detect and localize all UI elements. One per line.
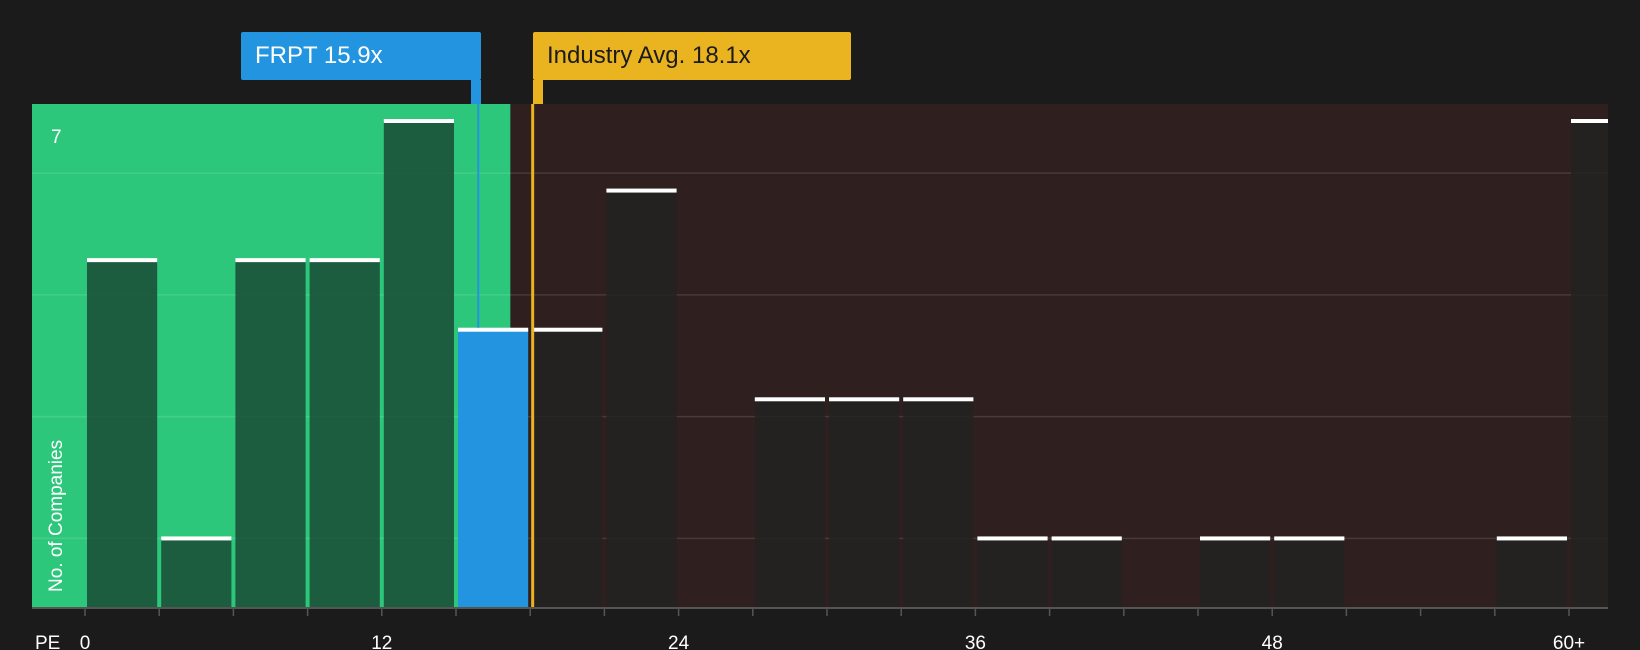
- company-callout-pointer: [471, 80, 481, 104]
- bar: [1496, 538, 1567, 608]
- bar: [1571, 121, 1608, 608]
- bar-cap: [1200, 536, 1271, 541]
- bar: [977, 538, 1048, 608]
- bar-cap: [1051, 536, 1122, 541]
- bar-cap: [754, 397, 825, 402]
- bar: [309, 260, 380, 608]
- industry-callout-pointer: [533, 80, 543, 104]
- bar: [161, 538, 232, 608]
- bar: [829, 399, 900, 608]
- bar-cap: [977, 536, 1048, 541]
- x-tick-label: 0: [80, 633, 91, 650]
- bar: [754, 399, 825, 608]
- bar-cap: [87, 258, 158, 263]
- company-pe-callout: FRPT 15.9x: [241, 32, 481, 104]
- bar-cap: [1496, 536, 1567, 541]
- bar: [383, 121, 454, 608]
- y-tick-label: 7: [51, 127, 62, 148]
- bar-cap: [903, 397, 974, 402]
- x-tick-label: 48: [1262, 633, 1283, 650]
- x-tick-label: 60+: [1553, 633, 1585, 650]
- bar-cap: [1274, 536, 1345, 541]
- bar-cap: [1571, 119, 1608, 123]
- bar: [458, 329, 529, 608]
- bar-cap: [829, 397, 900, 402]
- bar: [87, 260, 158, 608]
- bar: [1200, 538, 1271, 608]
- pe-distribution-chart: 0 12 24 36 48 60+ PE No. of Companies 7: [32, 104, 1608, 650]
- bar-cap: [532, 327, 603, 332]
- bar-cap: [161, 536, 232, 541]
- x-tick-label: 36: [965, 633, 986, 650]
- company-pe-label: FRPT 15.9x: [255, 42, 383, 69]
- bar-cap: [458, 327, 529, 332]
- bar-cap: [235, 258, 306, 263]
- bar-cap: [309, 258, 380, 263]
- x-tick-label: 12: [371, 633, 392, 650]
- industry-average-callout: Industry Avg. 18.1x: [533, 32, 851, 104]
- bar-cap: [383, 119, 454, 123]
- y-axis-label: No. of Companies: [46, 440, 67, 592]
- x-tick-label: 24: [668, 633, 690, 650]
- bar: [235, 260, 306, 608]
- industry-average-label: Industry Avg. 18.1x: [547, 42, 751, 69]
- x-axis-label: PE: [35, 633, 60, 650]
- bar: [1051, 538, 1122, 608]
- bar-cap: [606, 188, 677, 193]
- bar: [1274, 538, 1345, 608]
- bar: [903, 399, 974, 608]
- bar: [532, 329, 603, 608]
- bar: [606, 190, 677, 609]
